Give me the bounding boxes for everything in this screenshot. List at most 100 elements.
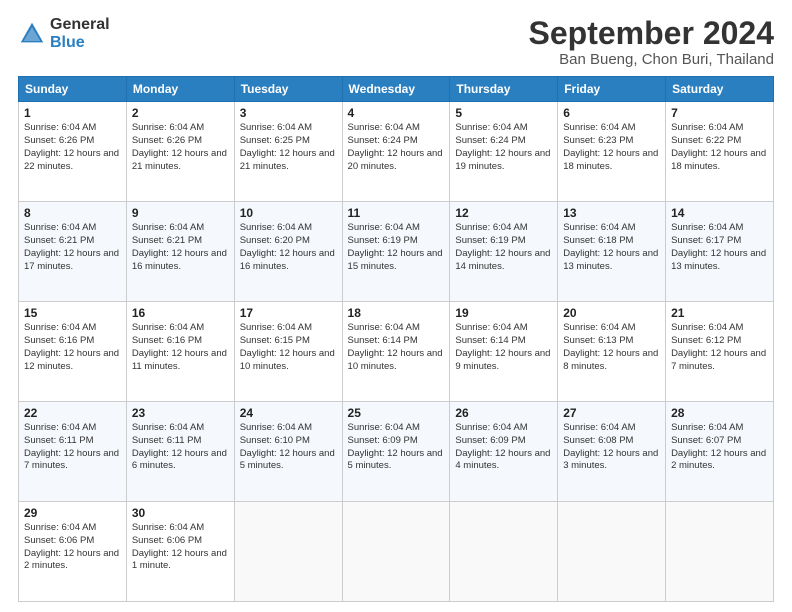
calendar-header: SundayMondayTuesdayWednesdayThursdayFrid… — [19, 77, 774, 102]
day-of-week-header: Tuesday — [234, 77, 342, 102]
day-info: Sunrise: 6:04 AM Sunset: 6:26 PM Dayligh… — [132, 122, 229, 173]
day-number: 22 — [24, 406, 121, 420]
calendar-day-cell: 16 Sunrise: 6:04 AM Sunset: 6:16 PM Dayli… — [126, 302, 234, 402]
day-info: Sunrise: 6:04 AM Sunset: 6:18 PM Dayligh… — [563, 222, 660, 273]
logo-icon — [18, 20, 46, 48]
calendar-day-cell: 21 Sunrise: 6:04 AM Sunset: 6:12 PM Dayli… — [666, 302, 774, 402]
title-block: September 2024 Ban Bueng, Chon Buri, Tha… — [529, 16, 774, 68]
calendar-day-cell: 5 Sunrise: 6:04 AM Sunset: 6:24 PM Daylig… — [450, 102, 558, 202]
calendar-day-cell: 26 Sunrise: 6:04 AM Sunset: 6:09 PM Dayli… — [450, 402, 558, 502]
day-number: 1 — [24, 106, 121, 120]
day-info: Sunrise: 6:04 AM Sunset: 6:06 PM Dayligh… — [132, 522, 229, 573]
day-of-week-header: Friday — [558, 77, 666, 102]
calendar-day-cell: 27Sunrise: 6:04 AM Sunset: 6:08 PM Dayli… — [558, 402, 666, 502]
calendar-day-cell — [666, 502, 774, 602]
calendar-day-cell: 3 Sunrise: 6:04 AM Sunset: 6:25 PM Daylig… — [234, 102, 342, 202]
calendar-day-cell: 25 Sunrise: 6:04 AM Sunset: 6:09 PM Dayli… — [342, 402, 450, 502]
day-number: 3 — [240, 106, 337, 120]
calendar-day-cell — [234, 502, 342, 602]
page: General Blue September 2024 Ban Bueng, C… — [0, 0, 792, 612]
day-number: 26 — [455, 406, 552, 420]
day-info: Sunrise: 6:04 AM Sunset: 6:09 PM Dayligh… — [348, 422, 445, 473]
calendar-week-row: 1 Sunrise: 6:04 AM Sunset: 6:26 PM Daylig… — [19, 102, 774, 202]
day-info: Sunrise: 6:04 AM Sunset: 6:24 PM Dayligh… — [455, 122, 552, 173]
day-number: 11 — [348, 206, 445, 220]
day-number: 9 — [132, 206, 229, 220]
day-info: Sunrise: 6:04 AM Sunset: 6:19 PM Dayligh… — [455, 222, 552, 273]
day-number: 25 — [348, 406, 445, 420]
day-info: Sunrise: 6:04 AM Sunset: 6:26 PM Dayligh… — [24, 122, 121, 173]
day-info: Sunrise: 6:04 AM Sunset: 6:11 PM Dayligh… — [24, 422, 121, 473]
calendar-day-cell: 1 Sunrise: 6:04 AM Sunset: 6:26 PM Daylig… — [19, 102, 127, 202]
day-number: 5 — [455, 106, 552, 120]
calendar-day-cell: 19 Sunrise: 6:04 AM Sunset: 6:14 PM Dayli… — [450, 302, 558, 402]
day-info: Sunrise: 6:04 AM Sunset: 6:25 PM Dayligh… — [240, 122, 337, 173]
day-info: Sunrise: 6:04 AM Sunset: 6:14 PM Dayligh… — [455, 322, 552, 373]
calendar-day-cell: 12 Sunrise: 6:04 AM Sunset: 6:19 PM Dayli… — [450, 202, 558, 302]
calendar-day-cell: 28Sunrise: 6:04 AM Sunset: 6:07 PM Dayli… — [666, 402, 774, 502]
day-info: Sunrise: 6:04 AM Sunset: 6:21 PM Dayligh… — [24, 222, 121, 273]
day-info: Sunrise: 6:04 AM Sunset: 6:11 PM Dayligh… — [132, 422, 229, 473]
day-info: Sunrise: 6:04 AM Sunset: 6:20 PM Dayligh… — [240, 222, 337, 273]
day-info: Sunrise: 6:04 AM Sunset: 6:16 PM Dayligh… — [24, 322, 121, 373]
day-number: 6 — [563, 106, 660, 120]
calendar-week-row: 15 Sunrise: 6:04 AM Sunset: 6:16 PM Dayli… — [19, 302, 774, 402]
day-number: 27 — [563, 406, 660, 420]
day-info: Sunrise: 6:04 AM Sunset: 6:23 PM Dayligh… — [563, 122, 660, 173]
logo-blue: Blue — [50, 34, 85, 51]
day-number: 16 — [132, 306, 229, 320]
day-number: 29 — [24, 506, 121, 520]
day-number: 14 — [671, 206, 768, 220]
day-number: 15 — [24, 306, 121, 320]
calendar-body: 1 Sunrise: 6:04 AM Sunset: 6:26 PM Daylig… — [19, 102, 774, 602]
day-info: Sunrise: 6:04 AM Sunset: 6:14 PM Dayligh… — [348, 322, 445, 373]
day-number: 12 — [455, 206, 552, 220]
calendar-day-cell: 17Sunrise: 6:04 AM Sunset: 6:15 PM Dayli… — [234, 302, 342, 402]
day-info: Sunrise: 6:04 AM Sunset: 6:12 PM Dayligh… — [671, 322, 768, 373]
calendar-day-cell: 15 Sunrise: 6:04 AM Sunset: 6:16 PM Dayli… — [19, 302, 127, 402]
calendar-week-row: 29 Sunrise: 6:04 AM Sunset: 6:06 PM Dayli… — [19, 502, 774, 602]
day-number: 4 — [348, 106, 445, 120]
calendar-table: SundayMondayTuesdayWednesdayThursdayFrid… — [18, 76, 774, 602]
day-info: Sunrise: 6:04 AM Sunset: 6:13 PM Dayligh… — [563, 322, 660, 373]
calendar-day-cell: 18Sunrise: 6:04 AM Sunset: 6:14 PM Dayli… — [342, 302, 450, 402]
calendar-day-cell: 7 Sunrise: 6:04 AM Sunset: 6:22 PM Daylig… — [666, 102, 774, 202]
logo-general: General — [50, 16, 110, 33]
day-info: Sunrise: 6:04 AM Sunset: 6:16 PM Dayligh… — [132, 322, 229, 373]
day-number: 30 — [132, 506, 229, 520]
day-number: 24 — [240, 406, 337, 420]
day-of-week-header: Monday — [126, 77, 234, 102]
calendar-day-cell: 4 Sunrise: 6:04 AM Sunset: 6:24 PM Daylig… — [342, 102, 450, 202]
day-info: Sunrise: 6:04 AM Sunset: 6:06 PM Dayligh… — [24, 522, 121, 573]
day-number: 8 — [24, 206, 121, 220]
day-info: Sunrise: 6:04 AM Sunset: 6:17 PM Dayligh… — [671, 222, 768, 273]
day-of-week-header: Thursday — [450, 77, 558, 102]
calendar-day-cell — [450, 502, 558, 602]
calendar-day-cell: 30 Sunrise: 6:04 AM Sunset: 6:06 PM Dayli… — [126, 502, 234, 602]
day-info: Sunrise: 6:04 AM Sunset: 6:22 PM Dayligh… — [671, 122, 768, 173]
day-number: 19 — [455, 306, 552, 320]
day-number: 20 — [563, 306, 660, 320]
month-title: September 2024 — [529, 16, 774, 51]
calendar-day-cell: 22 Sunrise: 6:04 AM Sunset: 6:11 PM Dayli… — [19, 402, 127, 502]
calendar-day-cell — [558, 502, 666, 602]
day-number: 7 — [671, 106, 768, 120]
calendar-day-cell: 9 Sunrise: 6:04 AM Sunset: 6:21 PM Daylig… — [126, 202, 234, 302]
location: Ban Bueng, Chon Buri, Thailand — [529, 51, 774, 68]
calendar-week-row: 22 Sunrise: 6:04 AM Sunset: 6:11 PM Dayli… — [19, 402, 774, 502]
calendar-day-cell: 8 Sunrise: 6:04 AM Sunset: 6:21 PM Daylig… — [19, 202, 127, 302]
header: General Blue September 2024 Ban Bueng, C… — [18, 16, 774, 68]
days-of-week-row: SundayMondayTuesdayWednesdayThursdayFrid… — [19, 77, 774, 102]
day-number: 21 — [671, 306, 768, 320]
logo: General Blue — [18, 16, 110, 51]
calendar-day-cell: 2Sunrise: 6:04 AM Sunset: 6:26 PM Daylig… — [126, 102, 234, 202]
calendar-day-cell: 11Sunrise: 6:04 AM Sunset: 6:19 PM Dayli… — [342, 202, 450, 302]
calendar-day-cell — [342, 502, 450, 602]
day-of-week-header: Sunday — [19, 77, 127, 102]
logo-text: General Blue — [50, 16, 110, 51]
day-info: Sunrise: 6:04 AM Sunset: 6:24 PM Dayligh… — [348, 122, 445, 173]
day-of-week-header: Saturday — [666, 77, 774, 102]
day-info: Sunrise: 6:04 AM Sunset: 6:21 PM Dayligh… — [132, 222, 229, 273]
day-info: Sunrise: 6:04 AM Sunset: 6:09 PM Dayligh… — [455, 422, 552, 473]
day-info: Sunrise: 6:04 AM Sunset: 6:07 PM Dayligh… — [671, 422, 768, 473]
